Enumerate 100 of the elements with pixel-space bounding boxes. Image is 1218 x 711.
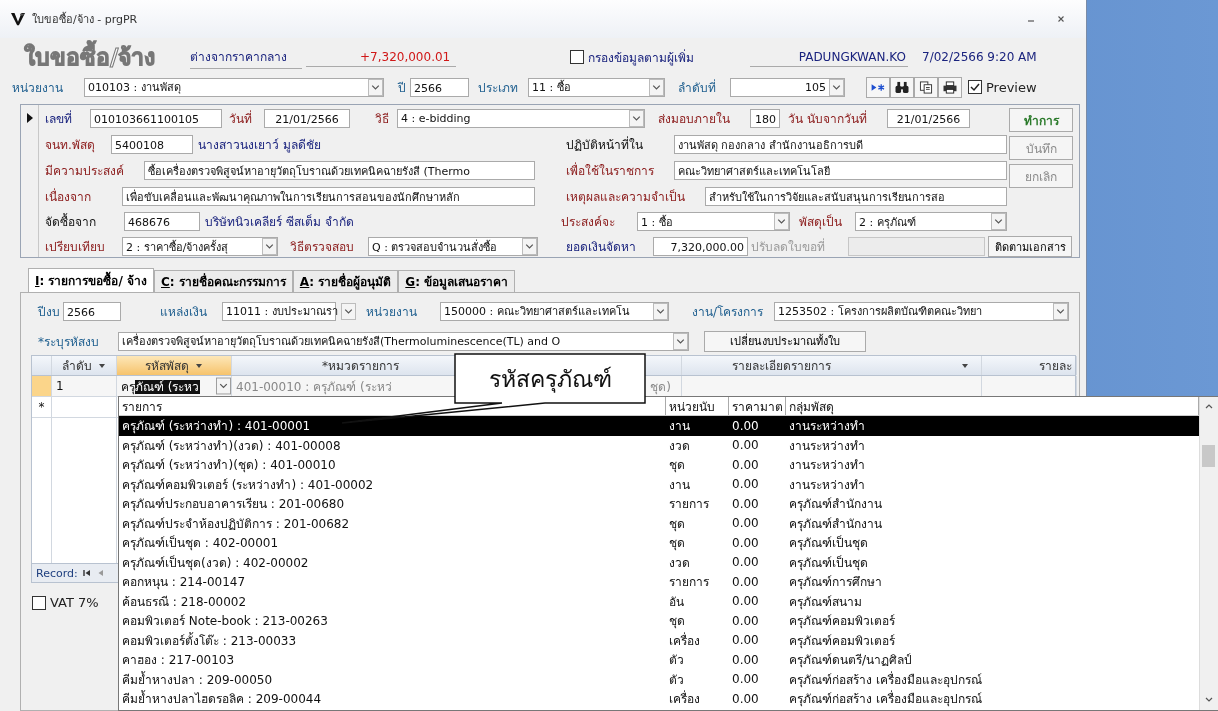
list-row[interactable]: ครุภัณฑ์เป็นชุด(งวด) : 402-00002 งวด 0.00 ครุภัณฑ์เป็นชุด (119, 552, 1199, 572)
input-field[interactable]: 21/01/2566 (264, 109, 350, 128)
input-field[interactable]: ซื้อเครื่องตรวจพิสูจน์หาอายุวัตถุโบราณด้วยเทคนิคฉายรังสี (Thermo (144, 161, 535, 180)
list-row[interactable]: ครุภัณฑ์ (ระหว่างทำ) : 401-00001 งาน 0.00 งานระหว่างทำ (119, 416, 1199, 436)
field-label: เหตุผลและความจำเป็น (566, 188, 686, 206)
field-label: พัสดุเป็น (799, 213, 843, 231)
tab[interactable]: G: ข้อมูลเสนอราคา (398, 270, 516, 292)
field-label: ประเภท (478, 79, 519, 97)
user-name: PADUNGKWAN.KO (750, 47, 908, 67)
list-row[interactable]: ครุภัณฑ์ (ระหว่างทำ)(งวด) : 401-00008 งวด 0.00 งานระหว่างทำ (119, 435, 1199, 455)
field-label: ลำดับที่ (678, 78, 717, 97)
list-row[interactable]: คาฮอง : 217-00103 ตัว 0.00 ครุภัณฑ์ดนตรี/นาฏศิลป์ (119, 650, 1199, 670)
column-header[interactable]: รหัสพัสดุ (117, 356, 232, 375)
dropdown-field[interactable]: 2 : ครุภัณฑ์ (855, 212, 1007, 231)
field-label: วิธี (375, 111, 390, 128)
dropdown-field[interactable]: 010103 : งานพัสดุ (84, 77, 384, 97)
list-row[interactable]: ครุภัณฑ์เป็นชุด : 402-00001 ชุด 0.00 ครุภัณฑ์เป็นชุด (119, 533, 1199, 553)
dropdown-field[interactable]: 1 : ซื้อ (637, 212, 790, 231)
dropdown-field[interactable]: 150000 : คณะวิทยาศาสตร์และเทคโน (440, 301, 669, 321)
current-record-icon (25, 112, 34, 124)
field-label: ประสงค์จะ (561, 214, 616, 231)
difference-value: +7,320,000.01 (306, 47, 456, 67)
list-row[interactable]: คีมย้ำหางปลาไฮดรอลิค : 209-00044 เครื่อง 0.00 ครุภัณฑ์ก่อสร้าง เครื่องมือและอุปกรณ์ (119, 689, 1199, 709)
list-row[interactable]: คีมย้ำหางปลา : 209-00050 ตัว 0.00 ครุภัณฑ์ก่อสร้าง เครื่องมือและอุปกรณ์ (119, 669, 1199, 689)
copy-icon (918, 80, 934, 94)
list-row[interactable]: ครุภัณฑ์ประจำห้องปฏิบัติการ : 201-00682 ชุด 0.00 ครุภัณฑ์สำนักงาน (119, 513, 1199, 533)
input-field[interactable]: 2566 (410, 77, 469, 97)
column-header[interactable]: รายละเอียดรายการ (682, 356, 982, 375)
list-row[interactable]: ค้อนธรณี : 218-00002 อัน 0.00 ครุภัณฑ์สนาม (119, 591, 1199, 611)
dropdown-field[interactable]: 2 : ราคาซื้อ/จ้างครั้งสุ (122, 237, 278, 256)
field-label: จนท.พัสดุ (45, 137, 96, 154)
input-field[interactable]: 180 (750, 109, 780, 128)
dropdown-field[interactable]: Q : ตรวจสอบจำนวนสั่งซื้อ (368, 237, 538, 256)
input-field[interactable]: 7,320,000.00 (653, 237, 748, 256)
checkbox[interactable] (570, 50, 584, 64)
scroll-thumb[interactable] (1202, 445, 1215, 467)
find-button[interactable] (890, 76, 914, 98)
dropdown-field[interactable]: 11 : ซื้อ (528, 77, 665, 97)
action-button[interactable]: ทำการ (1009, 108, 1073, 132)
action-button[interactable]: ติดตามเอกสาร (988, 236, 1072, 257)
caret-icon (991, 213, 1006, 230)
field-label: วัน นับจากวันที่ (788, 109, 868, 128)
sort-menu-icon (961, 362, 969, 369)
dropdown-field[interactable]: 1253502 : โครงการผลิตบัณฑิตคณะวิทยา (774, 301, 1069, 321)
input-field[interactable]: 010103661100105 (90, 109, 222, 128)
tab[interactable]: A: รายชื่อผู้อนุมัติ (292, 270, 399, 292)
input-field[interactable]: 468676 (124, 212, 200, 231)
field-label: เนื่องจาก (45, 187, 92, 206)
checkbox[interactable] (968, 80, 982, 94)
copy-button[interactable] (914, 76, 938, 98)
input-field[interactable]: เพื่อขับเคลื่อนและพัฒนาคุณภาพในการเรียนการสอนของนักศึกษาหลัก (122, 187, 535, 206)
scroll-down-icon[interactable] (1204, 696, 1214, 704)
action-button[interactable]: เปลี่ยนงบประมาณทั้งใบ (704, 330, 866, 352)
list-row[interactable]: คอมพิวเตอร์ตั้งโต๊ะ : 213-00033 เครื่อง 0.00 ครุภัณฑ์คอมพิวเตอร์ (119, 630, 1199, 650)
input-field[interactable]: สำหรับใช้ในการวิจัยและสนับสนุนการเรียนการสอ (705, 187, 1007, 206)
close-icon[interactable] (1056, 14, 1066, 24)
tab[interactable]: C: รายชื่อคณะกรรมการ (154, 270, 293, 292)
caret-icon (368, 78, 383, 96)
binoculars-icon (894, 80, 910, 94)
scroll-up-icon[interactable] (1204, 402, 1214, 410)
list-row[interactable]: คอกหนุน : 214-00147 รายการ 0.00 ครุภัณฑ์การศึกษา (119, 572, 1199, 592)
list-row[interactable]: ครุภัณฑ์ประกอบอาคารเรียน : 201-00680 รายการ 0.00 ครุภัณฑ์สำนักงาน (119, 494, 1199, 514)
scrollbar[interactable] (1199, 397, 1218, 710)
field-label: เพื่อใช้ในราชการ (566, 161, 655, 180)
date-time: 7/02/2566 9:20 AM (922, 50, 1037, 64)
field-label: ปรับลดใบขอที่ (751, 237, 826, 256)
list-row[interactable]: คอมพิวเตอร์ Note-book : 213-00263 ชุด 0.00 ครุภัณฑ์คอมพิวเตอร์ (119, 611, 1199, 631)
sort-menu-icon (98, 362, 106, 369)
app-logo-icon (10, 12, 26, 26)
checkbox[interactable] (32, 595, 46, 610)
field-label: ยอดเงินจัดหา (566, 239, 637, 256)
field-label: *ระบุรหัสงบ (38, 333, 100, 351)
field-label: ปี (398, 79, 407, 97)
print-button[interactable] (938, 76, 962, 98)
name-text: บริษัทนิวเคลียร์ ซีสเต็ม จำกัด (205, 213, 355, 231)
dropdown-field[interactable]: เครื่องตรวจพิสูจน์หาอายุวัตถุโบราณด้วยเทคนิคฉายรังสี(Thermoluminescence(TL) and O (118, 331, 689, 351)
field-label: ปฏิบัติหน้าที่ใน (566, 135, 644, 154)
new-record-button[interactable] (866, 76, 890, 98)
field-label: เลขที่ (45, 109, 73, 128)
list-row[interactable]: ครุภัณฑ์คอมพิวเตอร์ (ระหว่างทำ) : 401-00002 งาน 0.00 งานระหว่างทำ (119, 474, 1199, 494)
dropdown-field[interactable]: 4 : e-bidding (397, 109, 645, 128)
list-row[interactable]: ครุภัณฑ์ (ระหว่างทำ)(ชุด) : 401-00010 ชุด 0.00 งานระหว่างทำ (119, 455, 1199, 475)
field-label: เปรียบเทียบ (45, 239, 106, 256)
table-cell: 1 (52, 376, 117, 396)
checkbox-label: Preview (986, 79, 1037, 95)
name-text: นางสาวนงเยาว์ มูลดีชัย (198, 137, 322, 154)
window-title: ใบขอซื้อ/จ้าง - prgPR (32, 11, 139, 28)
caret-icon (653, 302, 668, 320)
caret-icon (673, 332, 688, 350)
input-field[interactable]: งานพัสดุ กองกลาง สำนักงานอธิการบดี (674, 135, 1007, 154)
input-field[interactable]: คณะวิทยาศาสตร์และเทคโนโลยี (674, 161, 1007, 180)
caret-icon (522, 238, 537, 255)
tab[interactable]: I: รายการขอซื้อ/ จ้าง (28, 268, 154, 292)
caret-icon (629, 110, 644, 127)
input-field[interactable]: 5400108 (111, 135, 193, 154)
column-header[interactable]: รายละ (982, 356, 1077, 375)
input-field[interactable]: 2566 (63, 301, 121, 321)
first-record-icon[interactable] (81, 568, 92, 578)
input-field[interactable]: 21/01/2566 (887, 109, 970, 128)
dropdown-field[interactable]: 105 (730, 77, 845, 97)
